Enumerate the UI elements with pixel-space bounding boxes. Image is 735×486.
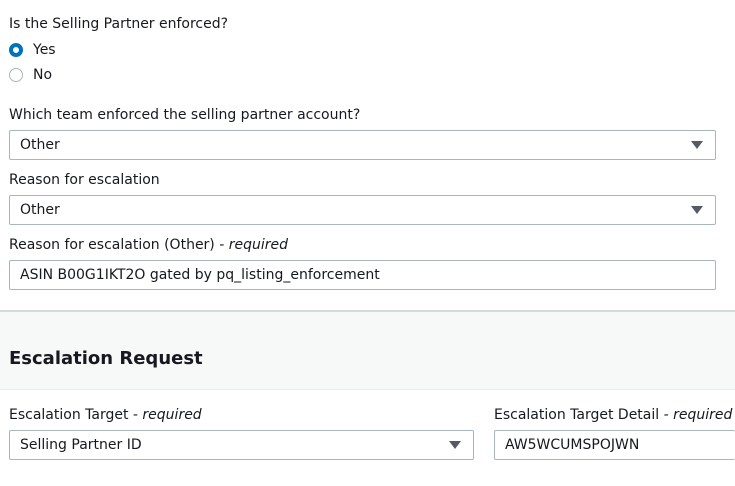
radio-yes-circle[interactable] <box>9 43 23 57</box>
escalation-target-detail-label: Escalation Target Detail - required <box>494 407 732 423</box>
reason-label: Reason for escalation <box>9 172 160 188</box>
reason-other-label: Reason for escalation (Other) - required <box>9 237 288 253</box>
reason-other-label-text: Reason for escalation (Other) <box>9 237 215 253</box>
radio-no[interactable]: No <box>9 65 52 85</box>
escalation-target-detail-label-text: Escalation Target Detail <box>494 407 660 423</box>
chevron-down-icon <box>691 206 703 214</box>
enforcing-team-label: Which team enforced the selling partner … <box>9 107 361 123</box>
required-marker: - required <box>214 237 289 253</box>
escalation-target-label-text: Escalation Target <box>9 407 129 423</box>
reason-select[interactable]: Other <box>9 195 716 225</box>
radio-no-label[interactable]: No <box>33 67 52 83</box>
chevron-down-icon <box>691 141 703 149</box>
reason-other-value: ASIN B00G1IKT2O gated by pq_listing_enfo… <box>20 267 380 283</box>
reason-value: Other <box>20 202 60 218</box>
radio-yes[interactable]: Yes <box>9 40 56 60</box>
escalation-target-detail-value: AW5WCUMSPOJWN <box>505 437 640 453</box>
reason-other-input[interactable]: ASIN B00G1IKT2O gated by pq_listing_enfo… <box>9 260 716 290</box>
escalation-target-detail-input[interactable]: AW5WCUMSPOJWN <box>494 430 735 460</box>
enforcing-team-select[interactable]: Other <box>9 130 716 160</box>
section-header-bottom-line <box>0 389 735 390</box>
enforcing-team-value: Other <box>20 137 60 153</box>
escalation-target-label: Escalation Target - required <box>9 407 202 423</box>
radio-no-circle[interactable] <box>9 68 23 82</box>
required-marker: - required <box>128 407 202 423</box>
enforced-question-label: Is the Selling Partner enforced? <box>9 16 229 32</box>
radio-yes-label[interactable]: Yes <box>33 42 56 58</box>
escalation-target-value: Selling Partner ID <box>20 437 142 453</box>
required-marker: - required <box>659 407 733 423</box>
escalation-request-title: Escalation Request <box>9 348 203 369</box>
escalation-target-select[interactable]: Selling Partner ID <box>9 430 474 460</box>
chevron-down-icon <box>449 441 461 449</box>
